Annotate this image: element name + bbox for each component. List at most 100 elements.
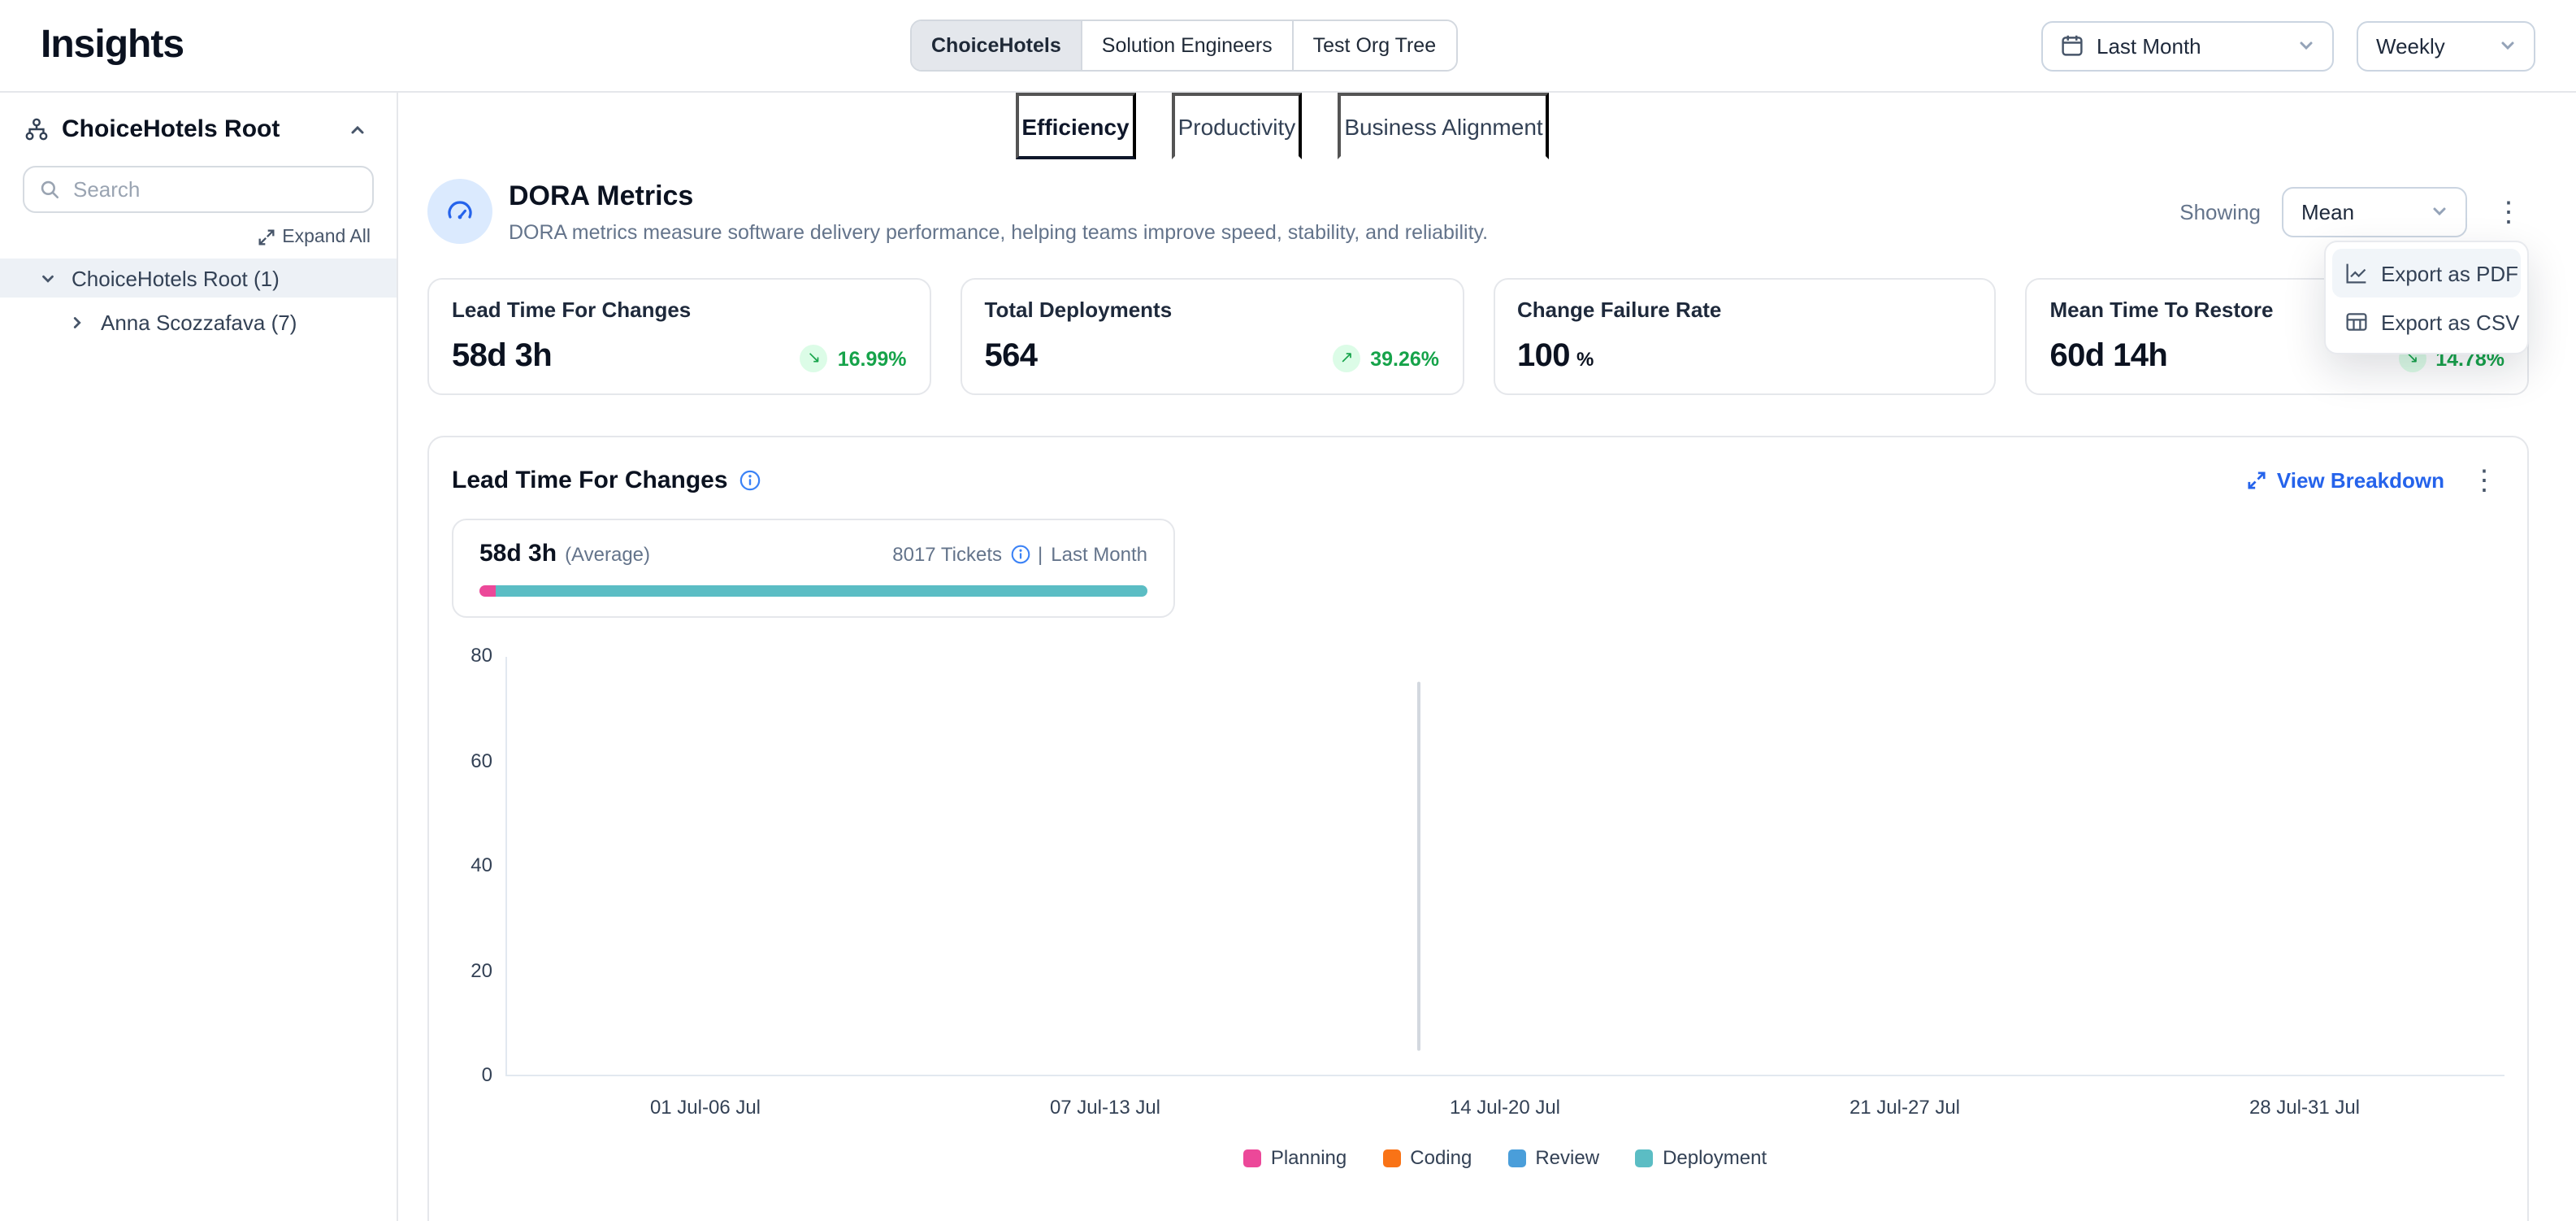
summary-value: 58d 3h — [479, 540, 557, 567]
chevron-down-icon — [2431, 203, 2448, 219]
y-axis-label: 0 — [482, 1063, 492, 1086]
chart-plot: 020406080 — [505, 657, 2504, 1076]
metric-card-total-deployments[interactable]: Total Deployments 564 ↗ 39.26% — [961, 278, 1464, 395]
trend-badge: ↘ 16.99% — [800, 345, 907, 376]
lead-time-section: Lead Time For Changes View Breakdown — [427, 436, 2529, 1221]
metric-cards: Lead Time For Changes 58d 3h ↘ 16.99% To… — [427, 278, 2529, 395]
chart-column — [1706, 657, 2105, 1075]
legend-swatch — [1507, 1149, 1525, 1167]
org-tab-solution-engineers[interactable]: Solution Engineers — [1082, 21, 1294, 70]
table-icon — [2345, 311, 2368, 333]
trend-up-icon: ↗ — [1333, 345, 1360, 372]
dora-metrics-icon — [427, 179, 492, 244]
x-axis-label: 21 Jul-27 Jul — [1705, 1096, 2105, 1119]
tree-item-label: ChoiceHotels Root (1) — [72, 266, 280, 290]
metric-title: Change Failure Rate — [1517, 298, 1972, 322]
distribution-segment-planning — [479, 585, 497, 597]
chart-column — [1306, 657, 1706, 1075]
metric-value: 564 — [985, 338, 1038, 376]
view-breakdown-button[interactable]: View Breakdown — [2248, 468, 2444, 493]
topbar-controls: Last Month Weekly — [2041, 20, 2535, 71]
trend-value: 39.26% — [1370, 347, 1439, 370]
trend-badge: ↗ 39.26% — [1333, 345, 1439, 376]
y-axis-label: 40 — [471, 854, 492, 876]
export-csv-menu-item[interactable]: Export as CSV — [2332, 298, 2521, 346]
granularity-select[interactable]: Weekly — [2357, 20, 2535, 71]
org-icon — [24, 117, 49, 141]
metric-value: 60d 14h — [2050, 338, 2168, 376]
tree-item-root[interactable]: ChoiceHotels Root (1) — [0, 259, 397, 298]
dora-subtitle: DORA metrics measure software delivery p… — [509, 221, 1488, 244]
chevron-down-icon — [2298, 37, 2314, 54]
tab-productivity[interactable]: Productivity — [1172, 93, 1303, 159]
dora-actions: Showing Mean ⋮ — [2179, 179, 2529, 244]
legend-label: Planning — [1271, 1146, 1347, 1169]
chart-column — [507, 657, 907, 1075]
x-axis-label: 01 Jul-06 Jul — [505, 1096, 905, 1119]
aggregation-select[interactable]: Mean — [2282, 186, 2467, 237]
search-icon — [39, 179, 60, 200]
legend-item-deployment[interactable]: Deployment — [1635, 1146, 1767, 1169]
legend-label: Coding — [1410, 1146, 1472, 1169]
topbar: Insights ChoiceHotels Solution Engineers… — [0, 0, 2576, 93]
org-tab-test-org-tree[interactable]: Test Org Tree — [1294, 21, 1455, 70]
expand-all-label: Expand All — [282, 228, 371, 247]
legend-item-review[interactable]: Review — [1507, 1146, 1599, 1169]
lead-time-kebab-menu-button[interactable]: ⋮ — [2464, 463, 2504, 498]
aggregation-select-value: Mean — [2301, 199, 2354, 224]
chart-line-icon — [2345, 262, 2368, 285]
section-tabs: Efficiency Productivity Business Alignme… — [398, 93, 2576, 159]
export-csv-label: Export as CSV — [2381, 310, 2520, 334]
dora-text: DORA Metrics DORA metrics measure softwa… — [509, 179, 1488, 244]
y-axis-label: 20 — [471, 958, 492, 981]
search-input[interactable] — [73, 177, 358, 202]
legend-item-coding[interactable]: Coding — [1382, 1146, 1472, 1169]
metric-value: 58d 3h — [452, 338, 552, 376]
y-axis-label: 80 — [471, 644, 492, 667]
y-axis-label: 60 — [471, 749, 492, 771]
chart-column — [907, 657, 1307, 1075]
metric-value: 100 — [1517, 338, 1570, 376]
sidebar-header: ChoiceHotels Root — [0, 112, 397, 159]
chevron-down-icon — [2500, 37, 2516, 54]
legend-swatch — [1382, 1149, 1400, 1167]
summary-qualifier: (Average) — [565, 542, 650, 565]
tree-item-anna-scozzafava[interactable]: Anna Scozzafava (7) — [0, 302, 397, 341]
sidebar-root-label: ChoiceHotels Root — [62, 115, 332, 143]
org-tab-choicehotels[interactable]: ChoiceHotels — [912, 21, 1082, 70]
expand-icon — [258, 229, 274, 246]
dora-kebab-menu-button[interactable]: ⋮ — [2488, 194, 2529, 228]
chevron-right-icon — [68, 313, 86, 331]
metric-card-change-failure-rate[interactable]: Change Failure Rate 100 % — [1493, 278, 1997, 395]
x-axis-label: 14 Jul-20 Jul — [1305, 1096, 1705, 1119]
lead-time-summary-card: 58d 3h (Average) 8017 Tickets | Last Mon… — [452, 519, 1175, 618]
expand-all-button[interactable]: Expand All — [26, 228, 371, 247]
tab-business-alignment[interactable]: Business Alignment — [1338, 93, 1549, 159]
sidebar-collapse-button[interactable] — [345, 116, 371, 142]
legend-item-planning[interactable]: Planning — [1243, 1146, 1347, 1169]
x-axis-label: 07 Jul-13 Jul — [905, 1096, 1305, 1119]
info-icon[interactable] — [1010, 544, 1030, 563]
insights-app: Insights ChoiceHotels Solution Engineers… — [0, 0, 2576, 1221]
info-icon[interactable] — [739, 470, 761, 491]
legend-label: Review — [1535, 1146, 1599, 1169]
page-title: Insights — [41, 23, 184, 68]
period-select[interactable]: Last Month — [2041, 20, 2334, 71]
metric-title: Total Deployments — [985, 298, 1440, 322]
calendar-icon — [2061, 34, 2084, 57]
sidebar-search — [23, 166, 374, 213]
legend-swatch — [1635, 1149, 1653, 1167]
export-menu: Export as PDF Export as CSV — [2324, 241, 2529, 354]
ticket-count: 8017 Tickets — [892, 542, 1002, 565]
org-switcher: ChoiceHotels Solution Engineers Test Org… — [910, 20, 1457, 72]
metric-card-lead-time[interactable]: Lead Time For Changes 58d 3h ↘ 16.99% — [427, 278, 931, 395]
org-tree-sidebar: ChoiceHotels Root Expand All — [0, 93, 398, 1221]
chart-x-labels: 01 Jul-06 Jul07 Jul-13 Jul14 Jul-20 Jul2… — [505, 1096, 2504, 1119]
dora-metrics-header: DORA Metrics DORA metrics measure softwa… — [427, 179, 2529, 244]
chevron-up-icon — [348, 119, 367, 139]
view-breakdown-label: View Breakdown — [2277, 468, 2444, 493]
main-content: Efficiency Productivity Business Alignme… — [398, 93, 2576, 1221]
tab-efficiency[interactable]: Efficiency — [1015, 93, 1135, 159]
export-pdf-menu-item[interactable]: Export as PDF — [2332, 249, 2521, 298]
lead-time-chart: 020406080 01 Jul-06 Jul07 Jul-13 Jul14 J… — [452, 657, 2504, 1169]
